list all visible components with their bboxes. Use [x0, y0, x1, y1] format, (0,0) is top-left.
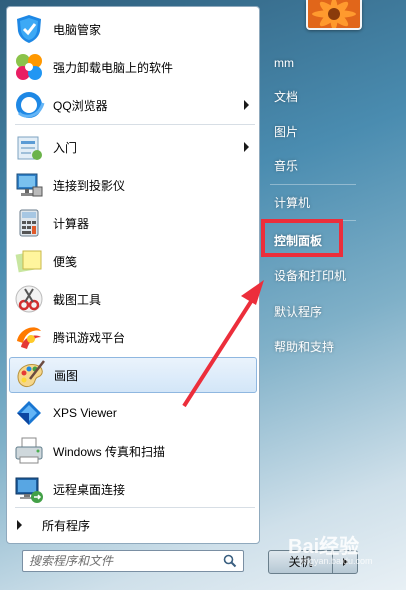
- menu-computer[interactable]: 计算机: [274, 194, 310, 211]
- search-input[interactable]: [23, 551, 213, 571]
- program-label: 强力卸载电脑上的软件: [53, 60, 174, 75]
- watermark-url: jingyan.baidu.com: [300, 556, 373, 566]
- program-item-xps-viewer[interactable]: XPS Viewer: [9, 395, 257, 431]
- program-item-fax-scan[interactable]: Windows 传真和扫描: [9, 433, 257, 469]
- program-label: 电脑管家: [53, 22, 102, 37]
- xps-viewer-icon: [17, 401, 41, 425]
- user-name[interactable]: mm: [274, 56, 294, 70]
- search-icon[interactable]: [223, 554, 237, 568]
- program-item-sticky-notes[interactable]: 便笺: [9, 243, 257, 279]
- menu-music[interactable]: 音乐: [274, 157, 298, 174]
- program-item-pc-manager[interactable]: 电脑管家: [9, 11, 257, 47]
- program-label: 入门: [53, 140, 78, 155]
- program-label: 画图: [54, 368, 79, 383]
- program-item-paint[interactable]: 画图: [9, 357, 257, 393]
- fax-scan-icon: [15, 437, 43, 464]
- program-label: QQ浏览器: [53, 98, 108, 113]
- getting-started-icon: [17, 136, 42, 160]
- program-label: 连接到投影仪: [53, 178, 126, 193]
- menu-devices-printers[interactable]: 设备和打印机: [274, 267, 346, 284]
- program-item-tencent-games[interactable]: 腾讯游戏平台: [9, 319, 257, 355]
- menu-help-support[interactable]: 帮助和支持: [274, 338, 334, 355]
- program-label: 腾讯游戏平台: [53, 330, 126, 345]
- expand-arrow-icon: [17, 520, 22, 530]
- watermark: Bai经验: [288, 536, 360, 558]
- clover-icon: [16, 54, 42, 80]
- menu-default-programs[interactable]: 默认程序: [274, 303, 322, 320]
- search-box: [22, 550, 244, 572]
- sticky-notes-icon: [15, 250, 42, 273]
- divider: [15, 124, 255, 125]
- submenu-arrow-icon: [244, 100, 249, 110]
- program-item-projector[interactable]: 连接到投影仪: [9, 167, 257, 203]
- highlight-box: [261, 219, 343, 257]
- program-item-calculator[interactable]: 计算器: [9, 205, 257, 241]
- program-label: Windows 传真和扫描: [53, 444, 166, 459]
- program-item-qq-browser[interactable]: QQ浏览器: [9, 87, 257, 123]
- menu-documents[interactable]: 文档: [274, 88, 298, 105]
- shield-icon: [17, 15, 41, 43]
- program-item-getting-started[interactable]: 入门: [9, 129, 257, 165]
- remote-desktop-icon: [15, 477, 43, 503]
- all-programs-label: 所有程序: [42, 518, 91, 533]
- divider: [270, 184, 356, 185]
- programs-panel: 电脑管家 强力卸载电脑上的软件 QQ浏览器 入门 连接到投影仪 计算器 便笺 截…: [6, 6, 260, 544]
- divider: [15, 507, 255, 508]
- program-item-snipping-tool[interactable]: 截图工具: [9, 281, 257, 317]
- program-label: 截图工具: [53, 292, 102, 307]
- submenu-arrow-icon: [244, 142, 249, 152]
- calculator-icon: [19, 209, 39, 237]
- program-label: 计算器: [53, 216, 90, 231]
- tencent-games-icon: [17, 327, 41, 349]
- menu-pictures[interactable]: 图片: [274, 123, 298, 140]
- qq-browser-icon: [16, 92, 45, 118]
- user-avatar[interactable]: [306, 0, 362, 30]
- program-item-remote-desktop[interactable]: 远程桌面连接: [9, 471, 257, 507]
- program-item-uninstall[interactable]: 强力卸载电脑上的软件: [9, 49, 257, 85]
- snipping-tool-icon: [15, 285, 43, 313]
- flower-picture-icon: [308, 0, 360, 28]
- all-programs-button[interactable]: 所有程序: [17, 515, 247, 535]
- program-label: 便笺: [53, 254, 78, 269]
- paint-icon: [17, 360, 45, 388]
- program-label: 远程桌面连接: [53, 482, 126, 497]
- projector-icon: [16, 173, 43, 197]
- program-label: XPS Viewer: [53, 406, 117, 420]
